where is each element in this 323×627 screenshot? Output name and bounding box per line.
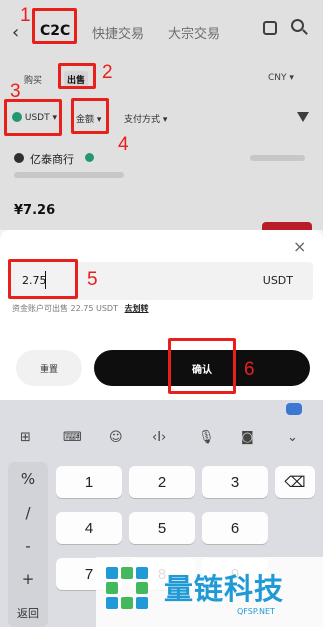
amount-unit-label: USDT (262, 274, 293, 287)
camera-icon[interactable]: ◙ (241, 430, 254, 445)
keyboard-layout-icon[interactable]: ⌨ (63, 430, 82, 445)
key-back[interactable]: 返回 (8, 600, 48, 626)
key-1[interactable]: 1 (56, 466, 122, 498)
keyboard-collapse-icon[interactable]: ⌄ (287, 430, 298, 445)
key-4[interactable]: 4 (56, 512, 122, 544)
keyboard-grid-icon[interactable]: ⊞ (20, 430, 31, 445)
backspace-icon: ⌫ (284, 474, 306, 491)
key-2[interactable]: 2 (129, 466, 195, 498)
annotation-box-3 (4, 99, 62, 136)
transfer-link[interactable]: 去划转 (125, 304, 149, 313)
annotation-number-3: 3 (10, 81, 21, 102)
annotation-box-2 (58, 63, 96, 89)
emoji-icon[interactable]: ☺ (109, 430, 123, 445)
annotation-box-1 (32, 8, 77, 44)
annotation-box-4 (71, 98, 109, 134)
annotation-number-1: 1 (20, 5, 31, 26)
annotation-number-2: 2 (102, 62, 113, 83)
key-plus[interactable]: + (8, 566, 48, 592)
key-percent[interactable]: % (8, 466, 48, 492)
key-backspace[interactable]: ⌫ (275, 466, 315, 498)
key-5[interactable]: 5 (129, 512, 195, 544)
annotation-box-5 (8, 259, 78, 299)
available-balance-text: 资金账户可出售 22.75 USDT (12, 304, 118, 313)
annotation-box-6 (168, 338, 236, 394)
watermark-logo (104, 565, 150, 611)
reset-button[interactable]: 重置 (16, 350, 82, 386)
watermark-site: QFSP.NET (237, 607, 275, 616)
close-icon[interactable]: × (293, 237, 306, 256)
watermark-title: 量链科技 (164, 572, 285, 606)
annotation-number-5: 5 (87, 269, 98, 290)
key-slash[interactable]: / (8, 500, 48, 526)
key-3[interactable]: 3 (202, 466, 268, 498)
key-minus[interactable]: - (8, 533, 48, 559)
microphone-icon[interactable]: 🎙 (198, 430, 215, 445)
cursor-move-icon[interactable]: ‹I› (152, 430, 166, 445)
annotation-number-6: 6 (244, 359, 255, 380)
key-6[interactable]: 6 (202, 512, 268, 544)
keyboard-robot-icon (286, 403, 302, 415)
available-balance: 资金账户可出售 22.75 USDT 去划转 (12, 303, 149, 314)
annotation-number-4: 4 (118, 134, 129, 155)
